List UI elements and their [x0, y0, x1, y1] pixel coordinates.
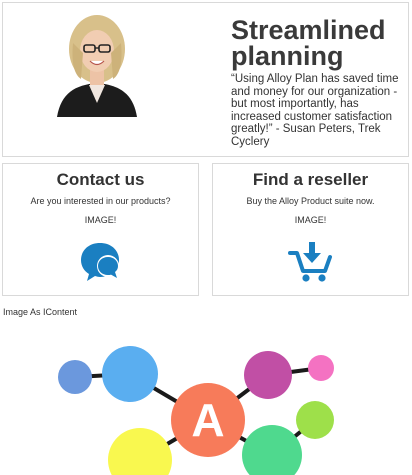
person-photo — [53, 13, 141, 117]
node-blue-small — [58, 360, 92, 394]
node-yellow — [108, 428, 172, 475]
network-graphic: A — [58, 346, 334, 475]
node-blue — [102, 346, 158, 402]
reseller-title: Find a reseller — [252, 170, 369, 189]
reseller-text: Buy the Alloy Product suite now. — [246, 196, 375, 206]
contact-image-text: IMAGE! — [84, 215, 117, 225]
reseller-image-text: IMAGE! — [294, 215, 327, 225]
contact-text: Are you interested in our products? — [30, 196, 171, 206]
image-content-label: Image As IContent — [3, 307, 78, 317]
cart-download-icon[interactable] — [287, 239, 334, 283]
chat-bubbles-icon[interactable] — [78, 239, 124, 283]
reseller-card: Find a reseller Buy the Alloy Product su… — [212, 163, 409, 296]
center-letter: A — [191, 394, 224, 446]
contact-card: Contact us Are you interested in our pro… — [2, 163, 199, 296]
node-pink — [308, 355, 334, 381]
node-green — [242, 425, 302, 475]
hero-quote: “Using Alloy Plan has saved time and mon… — [231, 73, 399, 148]
node-green-light — [296, 401, 334, 439]
node-purple — [244, 351, 292, 399]
hero-title: Streamlined planning — [231, 15, 386, 71]
hero-panel: Streamlined planning “Using Alloy Plan h… — [2, 2, 409, 157]
contact-title: Contact us — [56, 170, 145, 189]
